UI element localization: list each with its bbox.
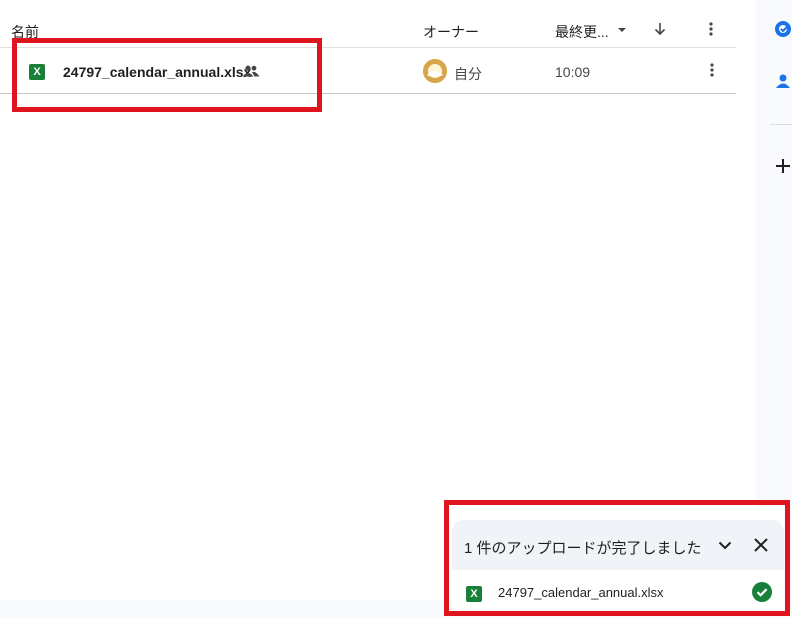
side-panel-divider [770,124,792,125]
highlight-box-upload [444,500,790,616]
last-modified: 10:09 [555,64,591,80]
owner-name: 自分 [454,66,482,82]
add-icon[interactable] [774,157,792,175]
column-header-owner[interactable]: オーナー [423,22,479,42]
sort-arrow-down-icon[interactable] [652,21,668,37]
owner-avatar [423,59,447,83]
column-header-modified[interactable]: 最終更... [555,22,609,42]
more-options-icon[interactable] [704,21,718,37]
row-more-options-icon[interactable] [705,62,719,78]
contacts-app-icon[interactable] [774,72,792,90]
highlight-box-file [12,38,322,112]
caret-down-icon[interactable] [616,24,628,36]
calendar-app-icon[interactable] [774,20,792,38]
